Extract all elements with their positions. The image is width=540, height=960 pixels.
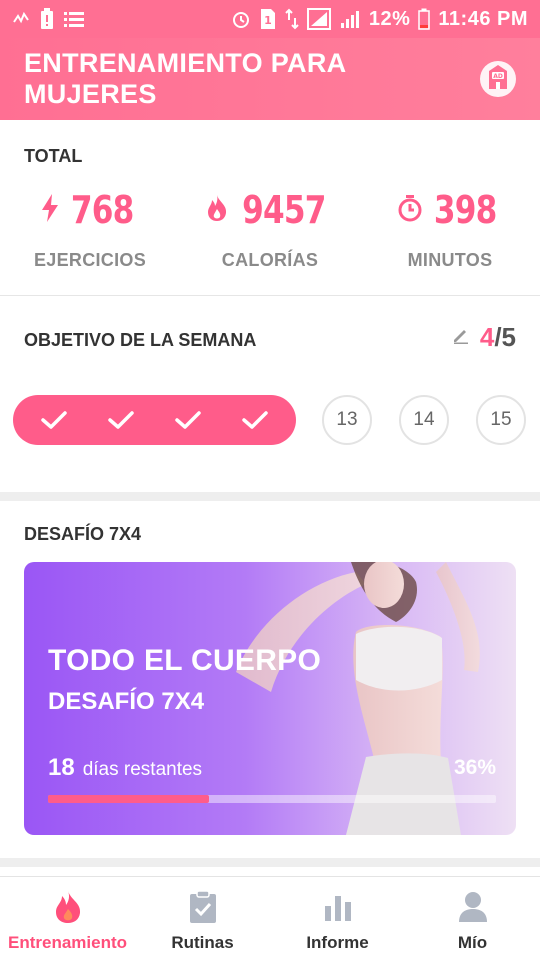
days-remaining-text: días restantes (82, 759, 203, 780)
data-arrows-icon (285, 8, 299, 30)
stat-minutes: 398 MINUTOS (360, 188, 540, 271)
check-icon (171, 403, 205, 437)
days-remaining-number: 18 (48, 754, 75, 781)
section-divider (0, 858, 540, 867)
list-icon (64, 10, 84, 28)
flame-icon (50, 889, 86, 925)
goal-counter: 4/5 (480, 322, 516, 353)
days-remaining: 18 días restantes (48, 754, 202, 782)
weekly-goal-section: OBJETIVO DE LA SEMANA 4/5 13 14 15 (0, 296, 540, 492)
goal-total-count: /5 (494, 322, 516, 352)
stat-label: CALORÍAS (221, 250, 319, 270)
app-bar: ENTRENAMIENTO PARA MUJERES AD (0, 38, 540, 120)
totals-label: TOTAL (24, 146, 83, 166)
ad-button[interactable]: AD (480, 61, 516, 97)
stat-value: 9457 (242, 188, 326, 232)
clipboard-icon (185, 889, 221, 925)
check-icon (238, 403, 272, 437)
challenge-section-label: DESAFÍO 7X4 (24, 524, 142, 544)
sim-icon: 1 (259, 8, 277, 30)
svg-text:1: 1 (264, 14, 272, 27)
alarm-icon (231, 9, 251, 29)
nav-item-entrenamiento[interactable]: Entrenamiento (0, 877, 135, 960)
activity-icon (12, 10, 30, 28)
stat-label: MINUTOS (407, 250, 493, 270)
ad-label: AD (493, 73, 503, 80)
challenge-card-title: TODO EL CUERPO (48, 644, 322, 677)
nav-item-mio[interactable]: Mío (405, 877, 540, 960)
person-icon (455, 889, 491, 925)
day-circle[interactable]: 14 (399, 395, 449, 445)
day-circle[interactable]: 15 (476, 395, 526, 445)
day-circle[interactable]: 13 (322, 395, 372, 445)
stat-label: EJERCICIOS (33, 250, 147, 270)
nav-label: Entrenamiento (7, 933, 128, 952)
challenge-card[interactable]: TODO EL CUERPO DESAFÍO 7X4 18 días resta… (24, 562, 516, 835)
edit-goal-button[interactable]: 4/5 (452, 322, 516, 353)
challenge-progress-bar (48, 795, 496, 803)
challenge-card-subtitle: DESAFÍO 7X4 (48, 688, 205, 715)
check-icon (37, 403, 71, 437)
clock: 11:46 PM (438, 7, 528, 30)
stat-exercises: 768 EJERCICIOS (0, 188, 180, 271)
pencil-icon (452, 326, 470, 349)
flame-icon (205, 194, 229, 227)
battery-icon (418, 8, 431, 30)
stat-value: 768 (70, 188, 134, 232)
status-left-icons (12, 8, 84, 30)
challenge-percent: 36% (453, 756, 496, 779)
check-icon (104, 403, 138, 437)
totals-section: TOTAL 768 EJERCICIOS 9457 CALORÍAS 398 M… (0, 120, 540, 296)
bar-chart-icon (320, 889, 356, 925)
weekly-goal-label: OBJETIVO DE LA SEMANA (24, 330, 257, 350)
stat-calories: 9457 CALORÍAS (180, 188, 360, 271)
goal-done-count: 4 (479, 322, 495, 352)
battery-alert-icon (40, 8, 54, 30)
nav-item-informe[interactable]: Informe (270, 877, 405, 960)
nav-label: Informe (306, 933, 369, 952)
status-right-icons: 1 12% 11:46 PM (231, 8, 528, 31)
stopwatch-icon (397, 194, 423, 227)
week-days-row: 13 14 15 (13, 395, 540, 447)
status-bar: 1 12% 11:46 PM (0, 0, 540, 38)
bottom-navigation: Entrenamiento Rutinas Informe Mío (0, 876, 540, 960)
nav-item-rutinas[interactable]: Rutinas (135, 877, 270, 960)
battery-percent: 12% (368, 7, 411, 30)
page-title: ENTRENAMIENTO PARA MUJERES (24, 48, 346, 109)
challenge-progress-fill (48, 795, 210, 803)
stat-value: 398 (433, 188, 497, 232)
nav-label: Mío (457, 933, 488, 952)
ad-house-icon: AD (486, 64, 510, 95)
nav-label: Rutinas (171, 933, 234, 952)
section-divider (0, 492, 540, 501)
signal-icon (339, 9, 361, 29)
lightning-icon (40, 193, 60, 228)
completed-days-pill[interactable] (13, 395, 296, 445)
signal-icon (306, 8, 331, 30)
